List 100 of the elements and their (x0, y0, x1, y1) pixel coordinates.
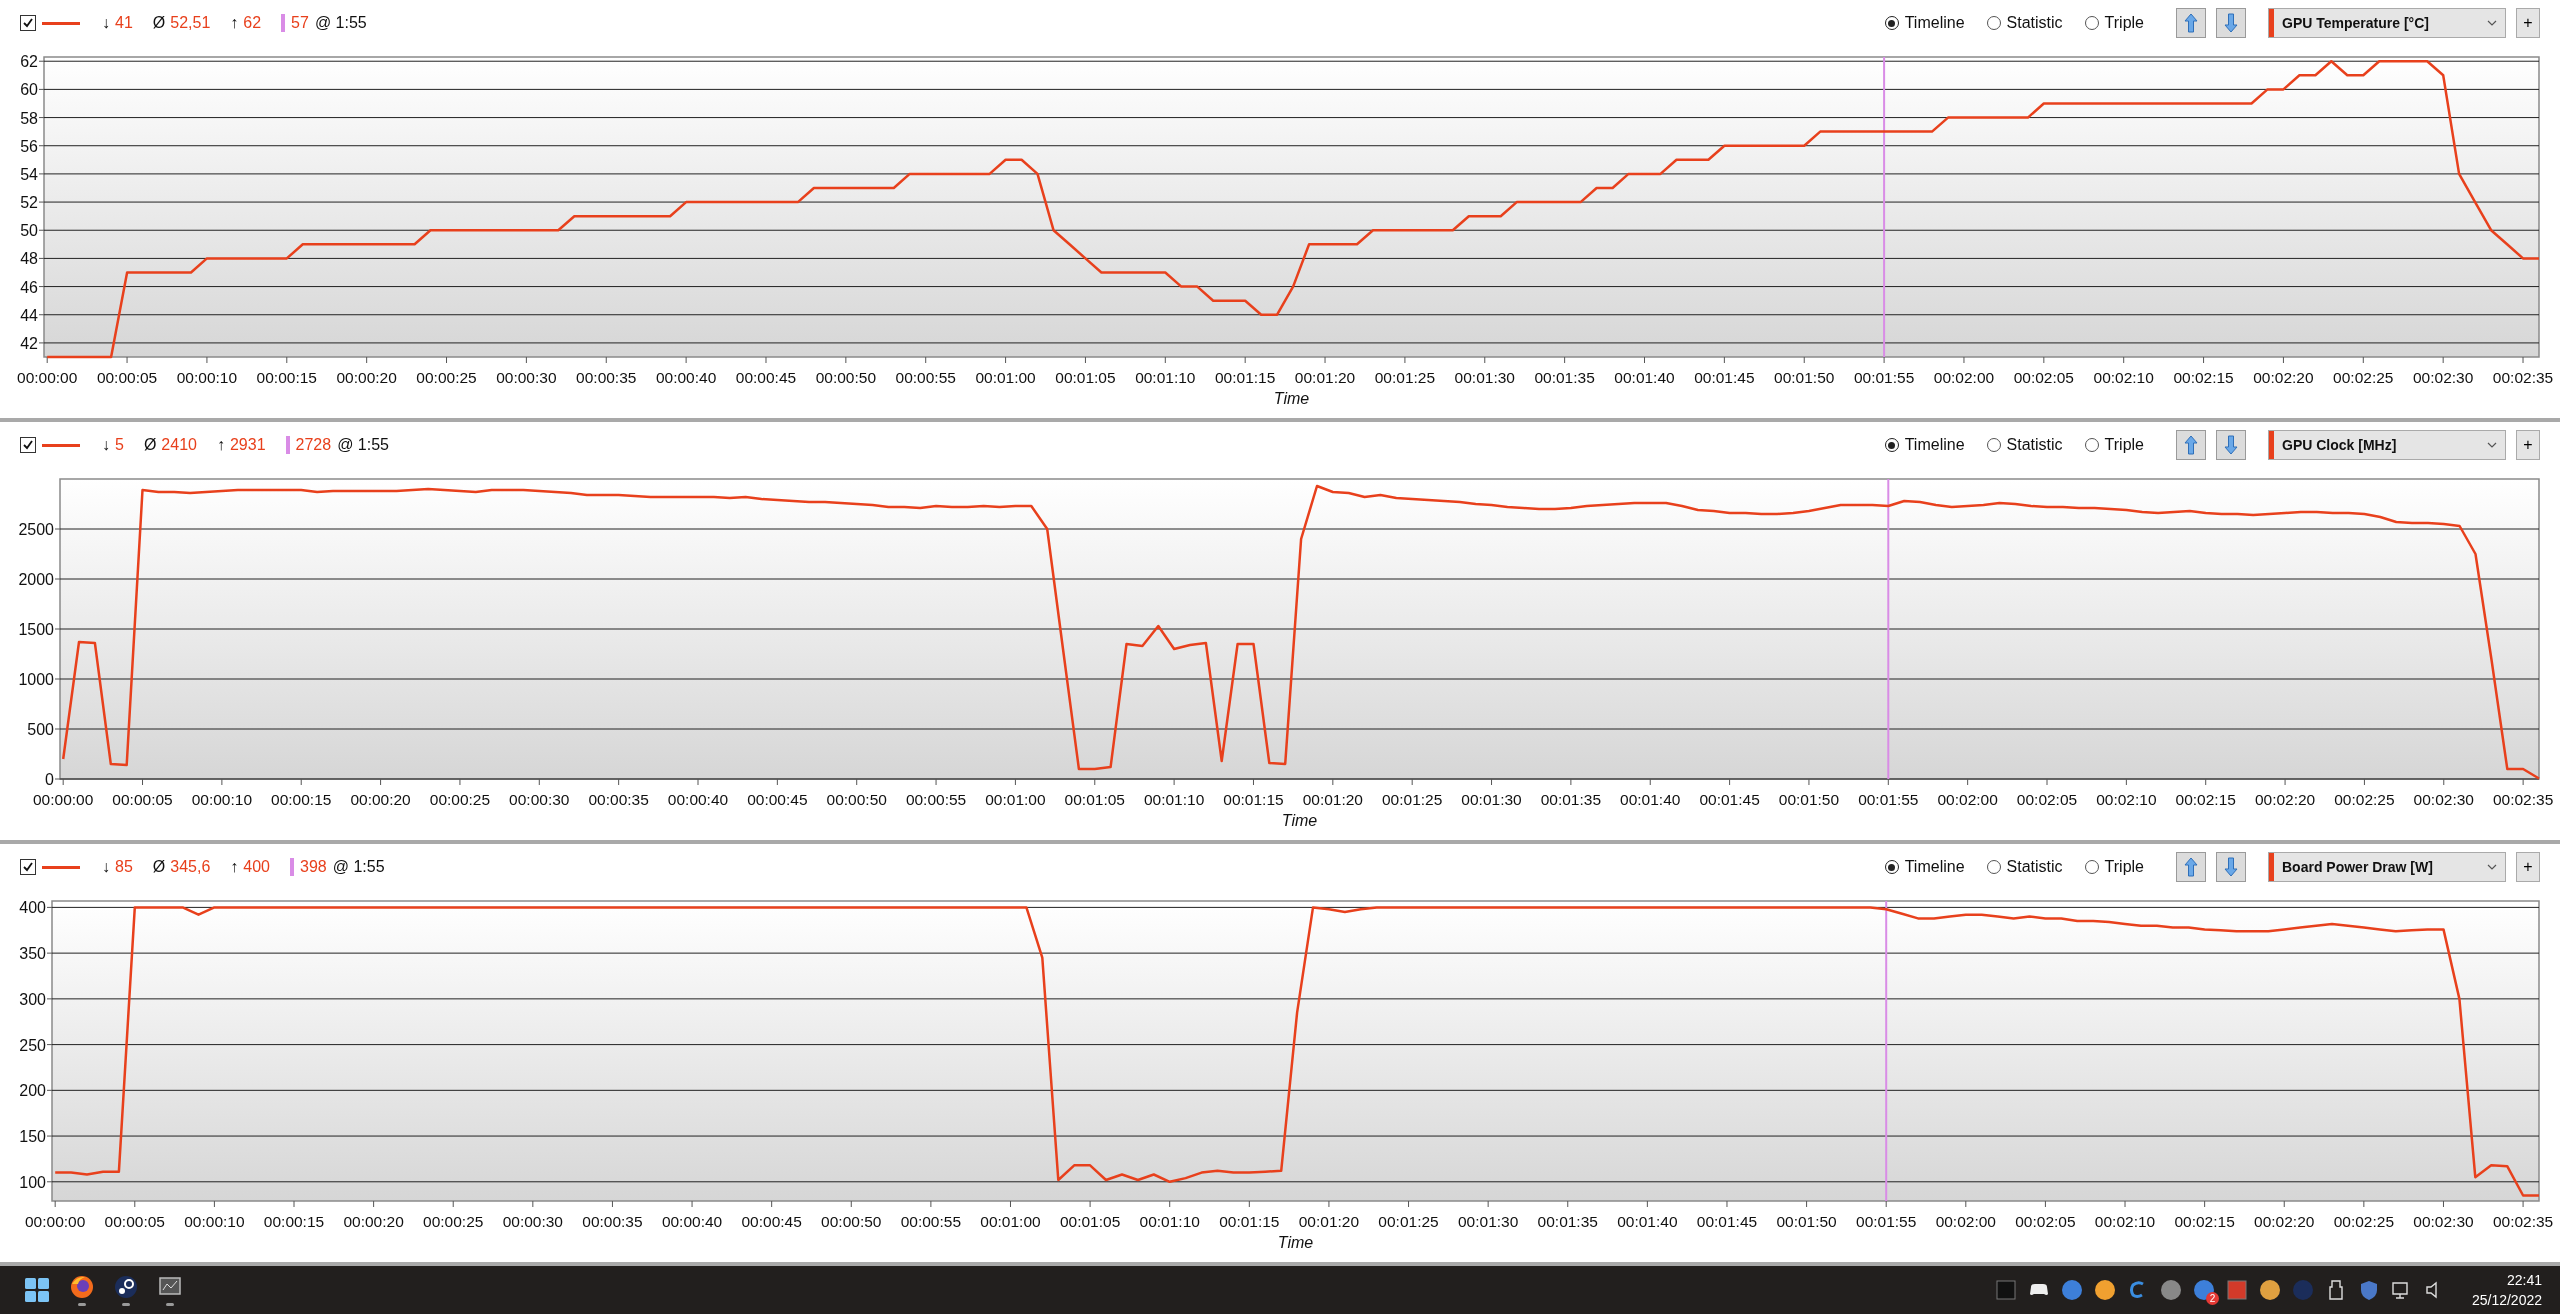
x-axis-label: 00:02:30 (2413, 369, 2474, 386)
x-axis-label: 00:02:00 (1933, 369, 1995, 386)
x-axis-label: 00:00:00 (25, 1213, 86, 1230)
add-button[interactable]: + (2516, 8, 2540, 38)
stat-value: 5 (115, 436, 124, 454)
x-axis-label: 00:00:00 (33, 791, 94, 808)
x-axis-label: 00:00:30 (509, 791, 570, 808)
stat-value: 2931 (229, 436, 266, 454)
radio-label[interactable]: Timeline (1904, 858, 1965, 876)
cursor-time: @ 1:55 (337, 436, 389, 454)
radio-label[interactable]: Triple (2104, 436, 2144, 454)
x-axis-label: 00:02:30 (2413, 791, 2474, 808)
x-axis-label: 00:00:20 (350, 791, 411, 808)
x-axis-label: 00:00:25 (416, 369, 477, 386)
y-axis-label: 60 (20, 81, 38, 99)
y-axis-label: 56 (20, 137, 38, 155)
x-axis-label: 00:01:20 (1294, 369, 1356, 386)
stat-symbol: Ø (152, 14, 166, 32)
x-axis-label: 00:01:20 (1302, 791, 1363, 808)
y-axis-label: 50 (20, 222, 38, 240)
x-axis-label: 00:01:55 (1853, 369, 1915, 386)
x-axis-label: 00:01:55 (1858, 791, 1919, 808)
x-axis-label: 00:00:45 (735, 369, 797, 386)
x-axis-label: 00:00:20 (336, 369, 397, 386)
x-axis-label: 00:01:15 (1215, 369, 1276, 386)
radio-label[interactable]: Triple (2104, 858, 2144, 876)
x-axis-label: 00:00:40 (655, 369, 717, 386)
x-axis-label: 00:01:25 (1382, 791, 1443, 808)
stat-symbol: Ø (143, 436, 157, 454)
x-axis-label: 00:01:35 (1540, 791, 1602, 808)
y-axis-label: 48 (20, 250, 38, 268)
axis-title: Time (1277, 1234, 1314, 1251)
x-axis-label: 00:01:00 (985, 791, 1046, 808)
stat-symbol: ↓ (102, 436, 110, 454)
radio-label[interactable]: Triple (2104, 14, 2144, 32)
cursor-value: 398 (300, 858, 327, 876)
x-axis-label: 00:01:45 (1699, 791, 1760, 808)
y-axis-label: 46 (20, 278, 38, 296)
y-axis-label: 150 (19, 1128, 46, 1146)
stat-symbol: ↑ (230, 858, 239, 876)
y-axis-label: 42 (20, 334, 38, 352)
x-axis-label: 00:02:20 (2253, 369, 2314, 386)
stat-value: 41 (115, 14, 133, 32)
x-axis-label: 00:00:05 (112, 791, 173, 808)
x-axis-label: 00:01:45 (1696, 1213, 1758, 1230)
stat-symbol: ↑ (216, 436, 225, 454)
radio-label[interactable]: Timeline (1904, 14, 1965, 32)
x-axis-label: 00:00:55 (900, 1213, 962, 1230)
y-axis-label: 62 (20, 53, 38, 71)
sensor-dropdown[interactable]: Board Power Draw [W] (2268, 852, 2506, 882)
stat-symbol: Ø (152, 858, 166, 876)
add-button[interactable]: + (2516, 430, 2540, 460)
y-axis-label: 100 (19, 1173, 46, 1191)
x-axis-label: 00:02:15 (2174, 1213, 2235, 1230)
x-axis-label: 00:00:00 (17, 369, 78, 386)
y-axis-label: 400 (19, 899, 46, 917)
x-axis-label: 00:01:30 (1461, 791, 1522, 808)
x-axis-label: 00:00:30 (502, 1213, 563, 1230)
radio-label[interactable]: Statistic (2006, 436, 2063, 454)
x-axis-label: 00:02:35 (2492, 369, 2554, 386)
x-axis-label: 00:00:15 (271, 791, 332, 808)
x-axis-label: 00:02:35 (2492, 791, 2554, 808)
x-axis-label: 00:01:40 (1614, 369, 1675, 386)
y-axis-label: 1500 (18, 621, 54, 638)
x-axis-label: 00:01:40 (1617, 1213, 1678, 1230)
radio-label[interactable]: Timeline (1904, 436, 1965, 454)
x-axis-label: 00:01:10 (1143, 791, 1205, 808)
clock-time: 22:41 (2506, 1271, 2542, 1290)
x-axis-label: 00:01:30 (1454, 369, 1515, 386)
y-axis-label: 1000 (18, 671, 54, 688)
sensor-dropdown[interactable]: GPU Temperature [°C] (2268, 8, 2506, 38)
x-axis-label: 00:01:00 (975, 369, 1036, 386)
x-axis-label: 00:01:00 (980, 1213, 1041, 1230)
x-axis-label: 00:02:25 (2333, 369, 2394, 386)
x-axis-label: 00:00:45 (741, 1213, 802, 1230)
x-axis-label: 00:00:20 (343, 1213, 404, 1230)
stat-value: 85 (115, 858, 133, 876)
x-axis-label: 00:02:20 (2254, 1213, 2315, 1230)
radio-label[interactable]: Statistic (2006, 14, 2063, 32)
cursor-value: 2728 (295, 436, 332, 454)
sensor-dropdown[interactable]: GPU Clock [MHz] (2268, 430, 2506, 460)
x-axis-label: 00:01:05 (1055, 369, 1116, 386)
x-axis-label: 00:01:20 (1298, 1213, 1360, 1230)
add-button[interactable]: + (2516, 852, 2540, 882)
axis-title: Time (1281, 812, 1318, 829)
y-axis-label: 500 (27, 721, 54, 738)
x-axis-label: 00:02:00 (1935, 1213, 1996, 1230)
x-axis-label: 00:00:35 (576, 369, 637, 386)
radio-label[interactable]: Statistic (2006, 858, 2063, 876)
x-axis-label: 00:02:25 (2333, 1213, 2395, 1230)
y-axis-label: 2500 (18, 521, 54, 538)
x-axis-label: 00:02:15 (2175, 791, 2236, 808)
y-axis-label: 0 (45, 771, 54, 788)
x-axis-label: 00:01:15 (1223, 791, 1284, 808)
x-axis-label: 00:00:50 (821, 1213, 882, 1230)
x-axis-label: 00:00:55 (905, 791, 967, 808)
stat-value: 52,51 (170, 14, 211, 32)
stat-value: 345,6 (170, 858, 211, 876)
x-axis-label: 00:02:05 (2016, 791, 2078, 808)
x-axis-label: 00:02:35 (2492, 1213, 2554, 1230)
